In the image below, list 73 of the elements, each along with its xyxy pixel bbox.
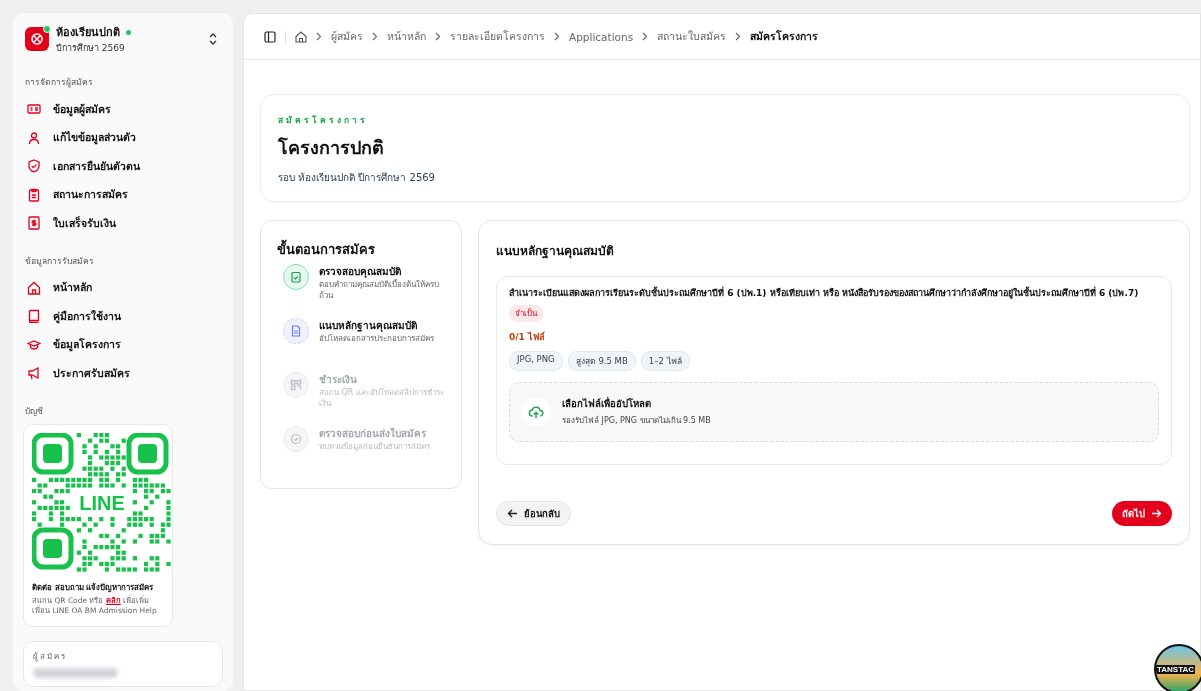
arrow-left-icon [507, 507, 518, 519]
steps-title: ขั้นตอนการสมัคร [277, 239, 445, 260]
section-label: ข้อมูลการรับสมัคร [24, 254, 95, 269]
file-requirement-tag: JPG, PNG [509, 350, 563, 371]
receipt-icon [27, 216, 41, 231]
sidebar-item[interactable]: แก้ไขข้อมูลส่วนตัว [23, 123, 223, 152]
page-title: โครงการปกติ [278, 136, 385, 160]
sidebar-item[interactable]: ข้อมูลโครงการ [23, 330, 223, 359]
next-button[interactable]: ถัดไป [1112, 500, 1172, 526]
step-title: ชำระเงิน [319, 373, 358, 387]
breadcrumb-link[interactable]: รายละเอียดโครงการ [450, 28, 545, 45]
sidebar-item[interactable]: หน้าหลัก [23, 273, 223, 302]
workspace-name: ห้องเรียนปกติ [56, 25, 120, 41]
chevron-right-icon [316, 32, 322, 41]
person-icon [27, 130, 41, 145]
eyebrow-label: สมัครโครงการ [278, 114, 369, 127]
user-card[interactable]: ผู้สมัคร [23, 641, 223, 687]
workspace-subtitle: ปีการศึกษา 2569 [56, 42, 126, 55]
dropzone-hint: รองรับไฟล์ JPG, PNG ขนาดไม่เกิน 9.5 MB [562, 415, 711, 428]
breadcrumb-link[interactable]: สถานะใบสมัคร [657, 28, 727, 45]
sidebar-item[interactable]: ประกาศรับสมัคร [23, 359, 223, 388]
file-dropzone[interactable]: เลือกไฟล์เพื่ออัปโหลด รองรับไฟล์ JPG, PNG ขนาดไม่เกิน 9.5 MB [509, 381, 1159, 442]
step-description: สแกน QR และอัปโหลดสลิปการชำระเงิน [319, 388, 445, 410]
document-icon [283, 318, 309, 344]
step-title: ตรวจสอบก่อนส่งใบสมัคร [319, 426, 427, 441]
workspace-switcher[interactable]: ห้องเรียนปกติ ปีการศึกษา 2569 [23, 23, 223, 67]
section-label: การจัดการผู้สมัคร [24, 76, 94, 90]
sidebar-item[interactable]: ใบเสร็จรับเงิน [23, 209, 223, 238]
user-role-label: ผู้สมัคร [33, 651, 68, 663]
chevron-right-icon [554, 32, 560, 41]
shield-icon [27, 159, 41, 174]
line-logo-text: LINE [79, 491, 125, 514]
devtools-badge[interactable]: TANSTAC [1154, 644, 1201, 691]
section-label: บัญชี [24, 404, 44, 418]
upload-cloud-icon [522, 397, 550, 426]
clipboard-check-icon [283, 264, 309, 290]
qr-icon [283, 372, 309, 398]
chevron-right-icon [735, 32, 742, 41]
sidebar-item[interactable]: คู่มือการใช้งาน [23, 302, 223, 331]
home-icon [27, 280, 41, 295]
chevron-right-icon [372, 32, 378, 41]
breadcrumb-link[interactable]: หน้าหลัก [387, 28, 426, 45]
arrow-right-icon [1151, 507, 1162, 519]
sidebar-item[interactable]: ข้อมูลผู้สมัคร [23, 95, 223, 124]
graduation-cap-icon [27, 337, 41, 352]
file-requirement-tag: สูงสุด 9.5 MB [567, 350, 636, 371]
step-description: อัปโหลดเอกสารประกอบการสมัคร [319, 334, 434, 345]
step-title: แนบหลักฐานคุณสมบัติ [319, 319, 418, 333]
file-count: 0/1 ไฟล์ [509, 330, 546, 344]
home-icon[interactable] [295, 30, 307, 43]
back-button[interactable]: ย้อนกลับ [496, 500, 571, 526]
section-title: แนบหลักฐานคุณสมบัติ [496, 243, 615, 260]
sidebar-item[interactable]: สถานะการสมัคร [23, 180, 223, 209]
dropzone-title: เลือกไฟล์เพื่ออัปโหลด [562, 396, 652, 412]
id-card-icon [27, 102, 41, 117]
file-requirement-tag: 1–2 ไฟล์ [640, 350, 690, 371]
step-title: ตรวจสอบคุณสมบัติ [319, 265, 401, 278]
book-icon [27, 309, 41, 324]
megaphone-icon [27, 366, 41, 381]
breadcrumb-link[interactable]: ผู้สมัคร [331, 28, 363, 45]
page-subtitle: รอบ ห้องเรียนปกติ ปีการศึกษา 2569 [278, 171, 436, 185]
document-name: สำเนาระเบียนแสดงผลการเรียนระดับชั้นประถมศึกษาปีที่ 6 (ปพ.1) หรือเทียบเท่า หรือ หนังสือรับรองของสถานศึกษาว่ากำลังศึกษาอยู่ในชั้นประถมศึกษาปีที่ 6 (ปพ.7) [509, 287, 1140, 300]
chevron-right-icon [642, 32, 649, 41]
required-badge: จำเป็น [509, 304, 543, 322]
chevron-right-icon [435, 32, 441, 41]
school-logo-icon [25, 27, 49, 51]
sidebar-item[interactable]: เอกสารยืนยันตัวตน [23, 152, 223, 181]
clipboard-icon [27, 187, 41, 202]
sidebar-toggle-icon[interactable] [264, 30, 276, 43]
step-description: ทบทวนข้อมูลก่อนยืนยันการสมัคร [319, 442, 430, 453]
breadcrumb-link[interactable]: Applications [569, 30, 634, 43]
chevron-up-down-icon [209, 33, 217, 45]
check-circle-icon [283, 426, 309, 452]
